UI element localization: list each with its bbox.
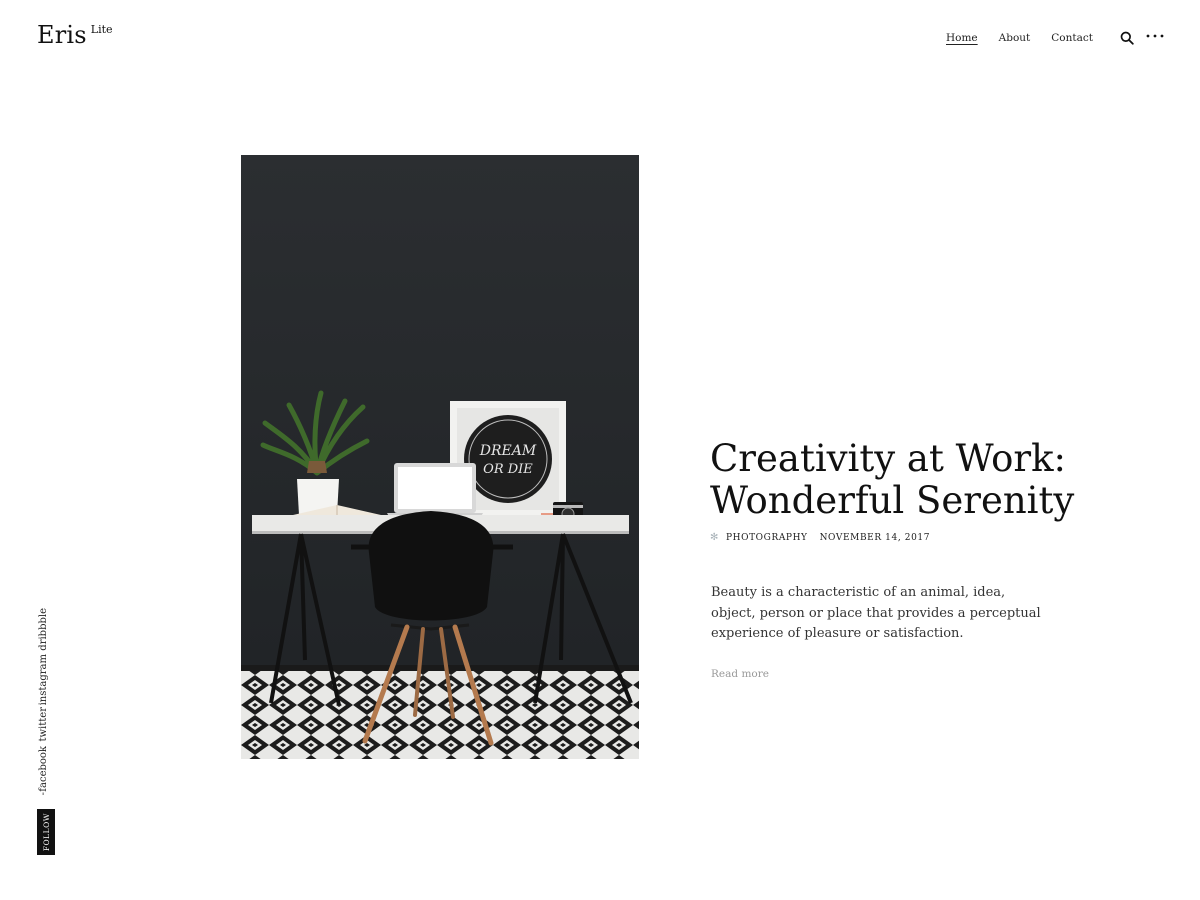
social-link-facebook[interactable]: facebook <box>38 746 56 792</box>
social-link-instagram[interactable]: instagram <box>38 654 56 705</box>
social-link-twitter[interactable]: twitter <box>38 707 56 742</box>
site-name[interactable]: Eris <box>37 21 87 49</box>
nav-item-home[interactable]: Home <box>946 32 978 44</box>
nav-item-about[interactable]: About <box>999 32 1031 44</box>
social-link-dribbble[interactable]: dribbble <box>38 608 56 651</box>
post-title-line2[interactable]: Wonderful Serenity <box>710 479 1074 522</box>
poster-text-line1: DREAM <box>479 443 537 459</box>
social-links: dribbble instagram twitter facebook - <box>38 600 56 800</box>
follow-button[interactable]: Follow <box>37 809 55 855</box>
more-dots-icon[interactable] <box>1146 29 1164 43</box>
main-nav: Home About Contact <box>946 32 1093 44</box>
search-icon[interactable] <box>1120 31 1134 45</box>
post-category[interactable]: Photography <box>726 533 808 543</box>
poster-text-line2: OR DIE <box>483 462 533 477</box>
post-title-line1[interactable]: Creativity at Work: <box>710 437 1066 480</box>
post-date: November 14, 2017 <box>819 532 931 543</box>
snowflake-icon: ✻ <box>710 532 719 543</box>
nav-item-contact[interactable]: Contact <box>1051 32 1093 44</box>
post-meta: ✻ Photography November 14, 2017 <box>710 532 930 543</box>
post-excerpt: Beauty is a characteristic of an animal,… <box>711 585 1041 641</box>
site-logo[interactable]: Eris Lite <box>37 21 113 49</box>
post-title[interactable]: Creativity at Work: Wonderful Serenity <box>710 438 1090 522</box>
social-separator: - <box>38 792 49 796</box>
follow-label: Follow <box>41 812 51 852</box>
post-featured-image[interactable]: DREAM OR DIE <box>241 155 639 759</box>
read-more-link[interactable]: Read more <box>711 668 769 680</box>
site-tagline: Lite <box>90 23 113 36</box>
